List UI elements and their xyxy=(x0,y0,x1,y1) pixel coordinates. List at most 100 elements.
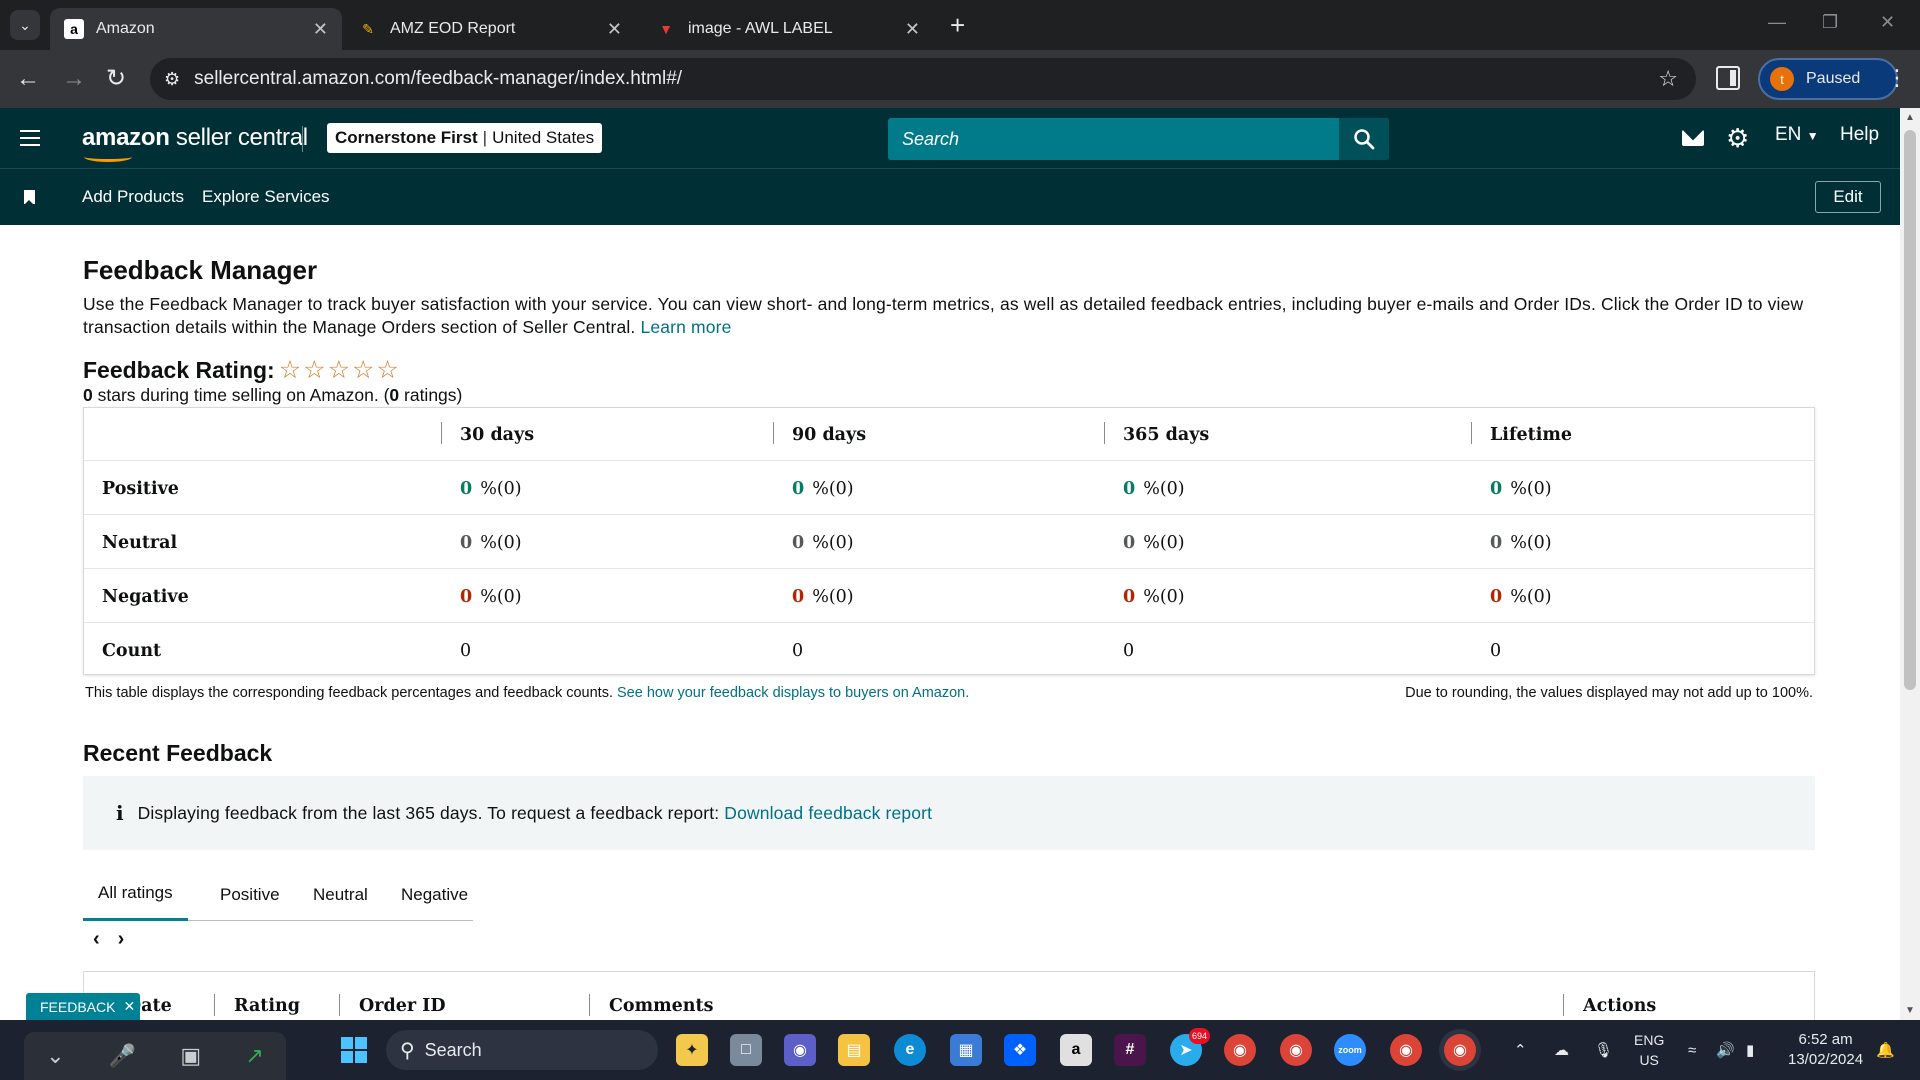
clock[interactable]: 6:52 am 13/02/2024 xyxy=(1788,1030,1863,1070)
show-hidden-icons[interactable]: ⌃ xyxy=(1514,1020,1527,1080)
site-settings-icon[interactable]: ⚙ xyxy=(164,69,180,90)
share-screen-icon[interactable]: ↗ xyxy=(245,1043,263,1069)
teams-chat-icon[interactable]: ◉ xyxy=(784,1034,816,1066)
cell-value: 0 xyxy=(1123,532,1136,553)
tab-positive[interactable]: Positive xyxy=(205,868,295,921)
star-rating: ☆ ☆ ☆ ☆ ☆ xyxy=(279,358,399,383)
battery-icon[interactable]: ▮ xyxy=(1746,1020,1754,1080)
colorful-pen-icon: ✎ xyxy=(362,20,374,37)
reload-icon[interactable]: ↻ xyxy=(106,64,126,94)
help-link[interactable]: Help xyxy=(1840,124,1879,146)
table-row: Neutral 0 %(0) 0 %(0) 0 %(0) 0 %(0) xyxy=(84,516,1814,569)
star-icon: ☆ xyxy=(303,356,326,384)
tab-neutral[interactable]: Neutral xyxy=(298,868,383,921)
address-bar[interactable]: ⚙ sellercentral.amazon.com/feedback-mana… xyxy=(150,58,1696,100)
mic-muted-icon[interactable]: 🎤 xyxy=(109,1043,136,1069)
cell-detail: 0 xyxy=(460,640,472,661)
cell-value: 0 xyxy=(1123,586,1136,607)
cell-detail: %(0) xyxy=(480,478,522,499)
page-scrollbar[interactable]: ▲ ▼ xyxy=(1900,108,1920,1020)
input-language[interactable]: ENG US xyxy=(1634,1030,1664,1070)
learn-more-link[interactable]: Learn more xyxy=(640,317,731,337)
download-feedback-report-link[interactable]: Download feedback report xyxy=(724,803,932,823)
search-box[interactable]: Search xyxy=(888,118,1389,160)
table-cell: 0 %(0) xyxy=(460,462,522,515)
gear-icon[interactable]: ⚙ xyxy=(1726,124,1749,152)
browser-tab-amazon[interactable]: a Amazon ✕ xyxy=(50,8,342,50)
profile-button[interactable]: t Paused xyxy=(1758,58,1898,100)
url-text[interactable]: sellercentral.amazon.com/feedback-manage… xyxy=(194,68,682,90)
chrome-active-icon[interactable]: ◉ xyxy=(1444,1034,1476,1066)
table-row: Positive 0 %(0) 0 %(0) 0 %(0) 0 %(0) xyxy=(84,462,1814,515)
side-panel-icon[interactable] xyxy=(1716,66,1740,90)
explore-services-link[interactable]: Explore Services xyxy=(202,187,330,207)
back-arrow-icon[interactable]: ← xyxy=(16,64,40,94)
amazon-seller-central-logo[interactable]: amazon seller central xyxy=(82,124,308,162)
bookmark-icon[interactable] xyxy=(24,190,35,205)
feedback-display-link[interactable]: See how your feedback displays to buyers… xyxy=(617,685,969,701)
chevron-right-icon[interactable]: › xyxy=(118,928,125,951)
windows-taskbar: ⌄ 🎤 ▣ ↗ ⚲ Search ✦ □ ◉ ▤ e ▦ ❖ a # ➤ 694 … xyxy=(0,1020,1920,1080)
telegram-icon[interactable]: ➤ 694 xyxy=(1170,1028,1210,1066)
search-input[interactable]: Search xyxy=(902,129,1339,150)
star-icon: ☆ xyxy=(351,356,375,384)
search-button[interactable] xyxy=(1339,118,1389,160)
microphone-icon[interactable]: 🎙 xyxy=(1594,1020,1613,1080)
zoom-icon[interactable]: zoom xyxy=(1334,1034,1366,1066)
store-icon[interactable]: ▦ xyxy=(950,1034,982,1066)
onedrive-icon[interactable]: ☁ xyxy=(1554,1020,1569,1080)
chevron-left-icon[interactable]: ‹ xyxy=(93,928,100,951)
forward-arrow-icon[interactable]: → xyxy=(62,64,86,94)
bookmark-star-icon[interactable]: ☆ xyxy=(1658,66,1678,92)
store-switcher[interactable]: Cornerstone First | United States xyxy=(327,123,603,153)
close-icon[interactable]: ✕ xyxy=(123,998,135,1015)
tab-negative[interactable]: Negative xyxy=(386,868,483,921)
close-tab-icon[interactable]: ✕ xyxy=(607,19,622,40)
minimize-icon[interactable]: — xyxy=(1768,12,1786,33)
tab-search-button[interactable]: ⌄ xyxy=(10,10,40,40)
browser-menu-icon[interactable]: ⋮ xyxy=(1886,66,1908,90)
edit-bookmarks-button[interactable]: Edit xyxy=(1815,181,1881,213)
taskbar-search[interactable]: ⚲ Search xyxy=(386,1030,658,1070)
wifi-icon[interactable]: ≈ xyxy=(1688,1020,1696,1080)
close-tab-icon[interactable]: ✕ xyxy=(905,19,920,40)
col-header-30-days: 30 days xyxy=(460,424,535,445)
chevron-down-icon[interactable]: ⌄ xyxy=(46,1043,64,1069)
volume-icon[interactable]: 🔊 xyxy=(1716,1020,1735,1080)
mail-icon[interactable] xyxy=(1682,130,1704,146)
amazon-app-icon[interactable]: a xyxy=(1060,1034,1092,1066)
browser-tab-awl-label[interactable]: ▼ image - AWL LABEL ✕ xyxy=(642,8,934,50)
intro-text: Use the Feedback Manager to track buyer … xyxy=(83,294,1804,337)
browser-tab-bar: ⌄ a Amazon ✕ ✎ AMZ EOD Report ✕ ▼ image … xyxy=(0,0,1920,50)
hamburger-menu-icon[interactable] xyxy=(20,130,40,146)
chrome-profile-1-icon[interactable]: ◉ xyxy=(1224,1034,1256,1066)
slack-icon[interactable]: # xyxy=(1114,1034,1146,1066)
scrollbar-thumb[interactable] xyxy=(1904,130,1916,690)
file-explorer-icon[interactable]: ▤ xyxy=(838,1034,870,1066)
camera-icon[interactable]: ▣ xyxy=(180,1043,201,1069)
language-selector[interactable]: EN ▼ xyxy=(1775,124,1819,146)
chrome-profile-3-icon[interactable]: ◉ xyxy=(1390,1034,1422,1066)
cell-detail: %(0) xyxy=(1143,586,1185,607)
close-tab-icon[interactable]: ✕ xyxy=(313,19,328,40)
table-cell: 0 %(0) xyxy=(1123,462,1185,515)
windows-start-icon[interactable] xyxy=(338,1034,370,1066)
task-view-icon[interactable]: □ xyxy=(730,1034,762,1066)
scroll-down-icon[interactable]: ▼ xyxy=(1905,1005,1915,1016)
edge-icon[interactable]: e xyxy=(894,1034,926,1066)
cell-value: 0 xyxy=(460,532,473,553)
notification-bell-icon[interactable]: 🔔 xyxy=(1876,1020,1895,1080)
scroll-up-icon[interactable]: ▲ xyxy=(1905,112,1915,123)
col-header-lifetime: Lifetime xyxy=(1490,424,1572,445)
restore-icon[interactable]: ❐ xyxy=(1822,12,1838,33)
browser-tab-eod-report[interactable]: ✎ AMZ EOD Report ✕ xyxy=(344,8,636,50)
add-products-link[interactable]: Add Products xyxy=(82,187,184,207)
copilot-icon[interactable]: ✦ xyxy=(676,1034,708,1066)
feedback-float-button[interactable]: FEEDBACK ✕ xyxy=(26,993,140,1020)
close-window-icon[interactable]: ✕ xyxy=(1880,12,1895,33)
tab-all-ratings[interactable]: All ratings xyxy=(83,868,188,921)
dropbox-icon[interactable]: ❖ xyxy=(1004,1034,1036,1066)
chrome-profile-2-icon[interactable]: ◉ xyxy=(1280,1034,1312,1066)
seller-central-header: amazon seller central Cornerstone First … xyxy=(0,108,1900,169)
new-tab-plus-icon[interactable]: + xyxy=(950,12,965,38)
